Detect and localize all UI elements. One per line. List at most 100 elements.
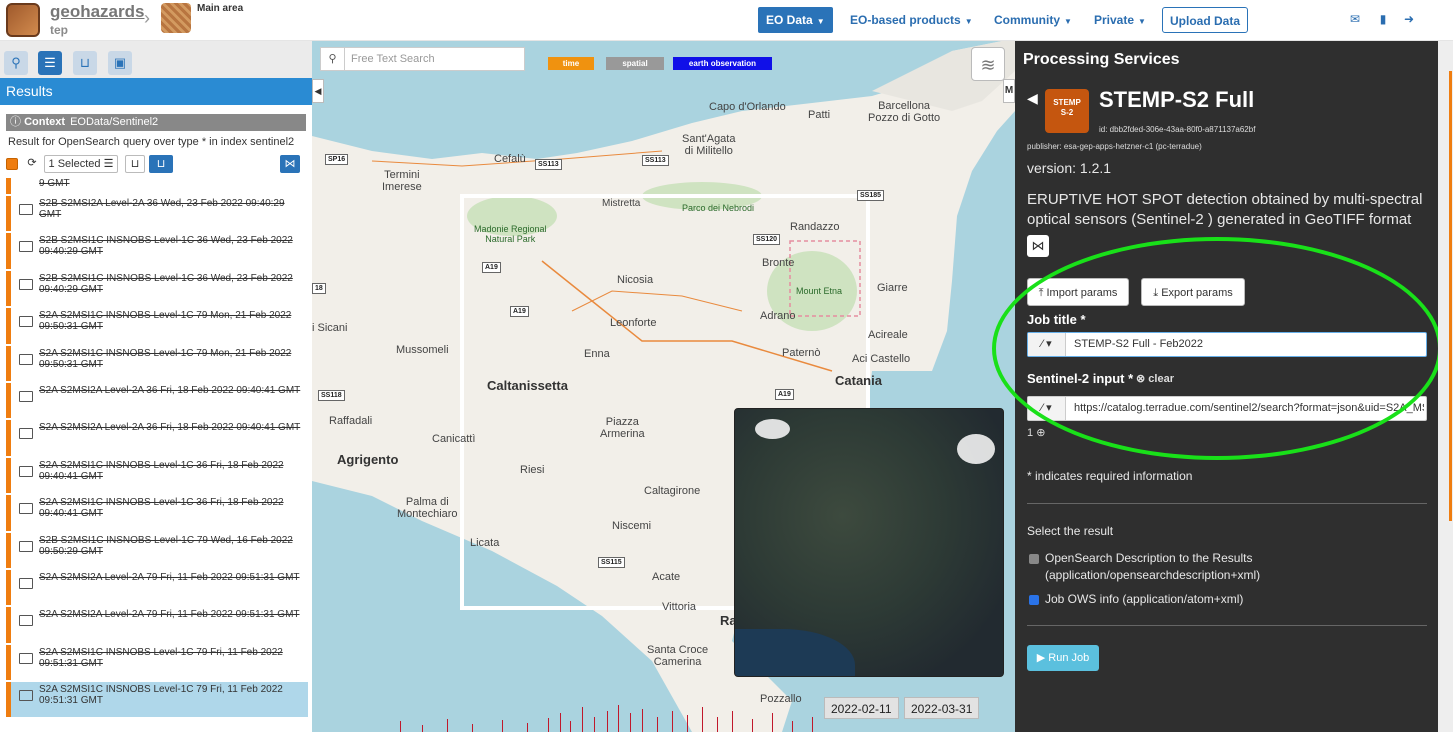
selected-dropdown[interactable]: 1 Selected ☰ (44, 155, 118, 173)
spatial-filter-chip[interactable]: spatial (606, 57, 664, 70)
divider (1027, 625, 1427, 626)
basket-add-button[interactable]: ⊔ (149, 155, 173, 173)
result-list-item[interactable]: S2B S2MSI1C INSNOBS Level-1C 36 Wed, 23 … (6, 233, 308, 269)
search-icon[interactable]: ⚲ (4, 51, 28, 75)
result-list-item[interactable]: S2B S2MSI1C INSNOBS Level-1C 36 Wed, 23 … (6, 270, 308, 307)
road-shield: SS118 (318, 390, 345, 401)
map-label: Mount Etna (796, 286, 843, 296)
results-panel: ⚲ ☰ ⊔ ▣ Results ⓘ Context EOData/Sentine… (0, 41, 312, 732)
map-label: Termini Imerese (382, 169, 422, 193)
sea-area (735, 629, 855, 676)
time-filter-chip[interactable]: time (548, 57, 594, 70)
result-item-label: S2A S2MSI2A Level-2A 36 Fri, 18 Feb 2022… (39, 384, 301, 396)
input-count: 1 ⊕ (1027, 427, 1046, 439)
archive-icon[interactable]: ▣ (108, 51, 132, 75)
result-list-item[interactable]: S2B S2MSI2A Level-2A 36 Wed, 23 Feb 2022… (6, 196, 308, 232)
footprint-icon (19, 465, 33, 477)
footprint-icon (19, 204, 33, 215)
add-circle-icon[interactable]: ⊕ (1036, 427, 1045, 439)
footprint-icon (19, 690, 33, 702)
result-list-item[interactable]: S2A S2MSI1C INSNOBS Level-1C 79 Fri, 11 … (6, 644, 308, 681)
share-icon[interactable]: ⋈ (1027, 235, 1049, 257)
basket-icon[interactable]: ⊔ (73, 51, 97, 75)
divider (1027, 503, 1427, 504)
opensearch-checkbox[interactable] (1029, 554, 1039, 564)
result-list-item[interactable]: S2A S2MSI1C INSNOBS Level-1C 36 Fri, 18 … (6, 495, 308, 531)
result-item-label: S2A S2MSI1C INSNOBS Level-1C 79 Mon, 21 … (39, 347, 292, 370)
result-item-label: 9 GMT (39, 178, 70, 189)
map-label: i Sicani (312, 322, 348, 334)
map-label: Catania (835, 373, 882, 388)
sign-out-icon[interactable]: ➜ (1402, 13, 1416, 26)
footprint-icon (19, 615, 33, 627)
job-ows-checkbox[interactable] (1029, 595, 1039, 605)
result-list-item[interactable]: S2A S2MSI1C INSNOBS Level-1C 79 Mon, 21 … (6, 308, 308, 344)
map-label: Riesi (520, 464, 545, 476)
map-view[interactable]: ⚲ Free Text Search time spatial earth obs… (312, 41, 1015, 732)
select-all-checkbox[interactable] (6, 158, 18, 170)
road-shield: A19 (510, 306, 529, 317)
collapse-left-arrow[interactable]: ◀ (312, 79, 324, 103)
results-header: Results (0, 78, 312, 105)
highlight-annotation-ellipse (992, 237, 1442, 460)
service-logo: STEMP S-2 (1045, 89, 1089, 133)
map-label: Cefalù (494, 153, 526, 165)
result-list-item[interactable]: S2A S2MSI1C INSNOBS Level-1C 79 Fri, 11 … (6, 682, 308, 718)
footprint-icon (19, 241, 33, 253)
run-job-button[interactable]: ▶ Run Job (1027, 645, 1099, 671)
envelope-icon[interactable]: ✉ (1348, 13, 1362, 26)
upload-data-button[interactable]: Upload Data (1162, 7, 1248, 33)
breadcrumb-thumbnail[interactable] (161, 3, 191, 33)
result-item-label: S2A S2MSI1C INSNOBS Level-1C 36 Fri, 18 … (39, 497, 284, 520)
site-title[interactable]: geohazards (50, 2, 144, 22)
site-subtitle: tep (50, 23, 68, 37)
map-label: Vittoria (662, 601, 697, 613)
result-list-item[interactable]: 9 GMT (6, 178, 308, 194)
sentinel2-quicklook-image[interactable] (734, 408, 1004, 677)
footprint-icon (19, 503, 33, 515)
map-right-handle[interactable]: M (1003, 79, 1015, 103)
result-list-item[interactable]: S2A S2MSI2A Level-2A 79 Fri, 11 Feb 2022… (6, 569, 308, 606)
left-tabs: ⚲ ☰ ⊔ ▣ (0, 41, 312, 78)
result-list-item[interactable]: S2A S2MSI2A Level-2A 79 Fri, 11 Feb 2022… (6, 607, 308, 643)
map-label: Leonforte (610, 317, 657, 329)
map-label: Raffadali (329, 415, 373, 427)
breadcrumb-main-area[interactable]: Main area (197, 3, 243, 14)
timeline-start-date[interactable]: 2022-02-11 (824, 697, 899, 719)
list-icon[interactable]: ☰ (38, 51, 62, 75)
geohazards-logo[interactable] (6, 3, 40, 37)
map-label: Acate (652, 571, 681, 583)
map-label: Caltagirone (644, 485, 701, 497)
nav-eo-products[interactable]: EO-based products ▼ (842, 7, 981, 33)
result-list-item[interactable]: S2A S2MSI1C INSNOBS Level-1C 36 Fri, 18 … (6, 457, 308, 494)
map-label: Enna (584, 348, 610, 360)
nav-community[interactable]: Community ▼ (986, 7, 1080, 33)
footprint-icon (19, 428, 33, 440)
map-label: Mistretta (602, 198, 641, 209)
timeline-end-date[interactable]: 2022-03-31 (904, 697, 980, 719)
search-icon: ⚲ (321, 48, 345, 70)
map-label: Barcellona Pozzo di Gotto (868, 100, 941, 124)
service-version: version: 1.2.1 (1027, 160, 1112, 176)
map-search-input[interactable]: ⚲ Free Text Search (320, 47, 525, 71)
result-list-item[interactable]: S2A S2MSI2A Level-2A 36 Fri, 18 Feb 2022… (6, 420, 308, 456)
add-basket-icon[interactable]: ⊔ (125, 155, 145, 173)
book-icon[interactable]: ▮ (1376, 13, 1390, 26)
road-shield: A19 (482, 262, 501, 273)
footprint-icon (19, 540, 33, 552)
nav-eo-data[interactable]: EO Data ▼ (758, 7, 833, 33)
result-item-label: S2A S2MSI2A Level-2A 79 Fri, 11 Feb 2022… (39, 571, 300, 583)
eo-filter-chip[interactable]: earth observation (673, 57, 772, 70)
nav-private[interactable]: Private ▼ (1086, 7, 1154, 33)
panel-title: Processing Services (1023, 51, 1180, 68)
back-arrow-icon[interactable]: ◀ (1027, 90, 1038, 107)
result-list-item[interactable]: S2A S2MSI1C INSNOBS Level-1C 79 Mon, 21 … (6, 345, 308, 381)
share-icon[interactable]: ⋈ (280, 155, 300, 173)
refresh-icon[interactable]: ⟳ (23, 155, 41, 173)
layers-icon[interactable]: ≋ (971, 47, 1005, 81)
map-label: Nicosia (617, 274, 654, 286)
result-item-label: S2B S2MSI1C INSNOBS Level-1C 36 Wed, 23 … (39, 235, 293, 258)
map-label: Paternò (782, 347, 821, 359)
result-list-item[interactable]: S2B S2MSI1C INSNOBS Level-1C 79 Wed, 16 … (6, 532, 308, 568)
result-list-item[interactable]: S2A S2MSI2A Level-2A 36 Fri, 18 Feb 2022… (6, 382, 308, 419)
